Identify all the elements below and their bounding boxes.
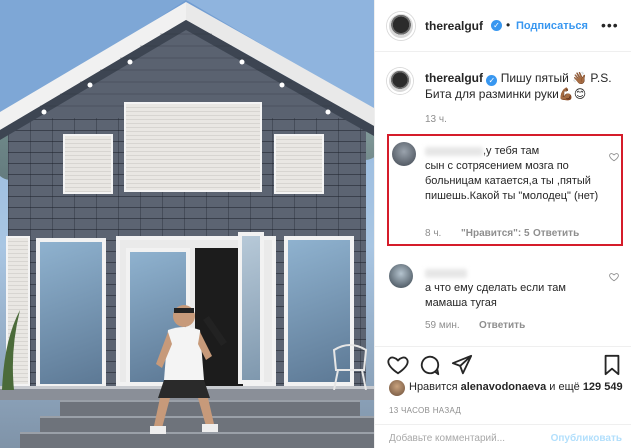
more-options-icon[interactable]: ••• (601, 17, 619, 33)
verified-badge-icon: ✓ (486, 75, 498, 86)
caption-username[interactable]: therealguf (425, 71, 483, 85)
action-bar (375, 346, 631, 376)
caption-avatar[interactable] (387, 68, 413, 94)
comment-2-time[interactable]: 59 мин. (425, 320, 460, 331)
chair (332, 344, 368, 390)
top-center-shutter (124, 102, 262, 192)
post-photo[interactable] (0, 0, 374, 448)
lower-left-window (36, 238, 106, 388)
author-avatar[interactable] (387, 12, 415, 40)
likes-summary: Нравится alenavodonaeva и ещё 129 549 (409, 381, 623, 393)
person-sitting (150, 305, 227, 434)
heart-icon[interactable] (387, 354, 409, 376)
top-right-shutter (274, 134, 324, 194)
follow-button[interactable]: Подписаться (516, 20, 588, 32)
verified-badge-icon: ✓ (491, 20, 502, 31)
liker-avatar[interactable] (389, 380, 405, 396)
post-side-panel: therealguf ✓ • Подписаться ••• therealgu… (374, 0, 631, 448)
add-comment-input[interactable]: Добавьте комментарий... (389, 433, 505, 444)
comment-2-avatar[interactable] (389, 264, 413, 288)
heart-icon[interactable] (609, 272, 619, 282)
comment-1-reply[interactable]: Ответить (533, 228, 579, 239)
comment-1-time[interactable]: 8 ч. (425, 228, 441, 239)
comment-icon[interactable] (419, 354, 441, 376)
add-comment-bar: Добавьте комментарий... Опубликовать (375, 424, 631, 448)
caption-time[interactable]: 13 ч. (425, 114, 447, 125)
door-open-panel (238, 232, 264, 384)
comment-1-avatar[interactable] (392, 142, 416, 166)
comment-1-text: ,у тебя там сын с сотрясением мозга по б… (425, 145, 599, 202)
post-header: therealguf ✓ • Подписаться ••• (375, 0, 631, 52)
top-left-shutter (63, 134, 113, 194)
header-separator: • (506, 18, 511, 32)
heart-icon[interactable] (609, 152, 619, 162)
comment-1-username[interactable] (425, 146, 483, 156)
bookmark-icon[interactable] (601, 354, 623, 376)
likes-count[interactable]: 129 549 (583, 381, 623, 393)
comment-2-username[interactable] (425, 268, 467, 278)
post-caption: therealguf ✓ Пишу пятый 👋🏾 P.S. Бита для… (425, 70, 625, 102)
plant (2, 310, 20, 390)
author-username[interactable]: therealguf (425, 19, 483, 33)
publish-button[interactable]: Опубликовать (551, 433, 622, 444)
liker-username[interactable]: alenavodonaeva (461, 381, 547, 393)
comment-2-text: а что ему сделать если там мамаша тугая (425, 266, 605, 311)
comment-1-likes[interactable]: "Нравится": 5 (461, 228, 530, 239)
share-icon[interactable] (451, 354, 473, 376)
post-time-ago[interactable]: 13 ЧАСОВ НАЗАД (389, 406, 461, 415)
comment-2-reply[interactable]: Ответить (479, 320, 525, 331)
